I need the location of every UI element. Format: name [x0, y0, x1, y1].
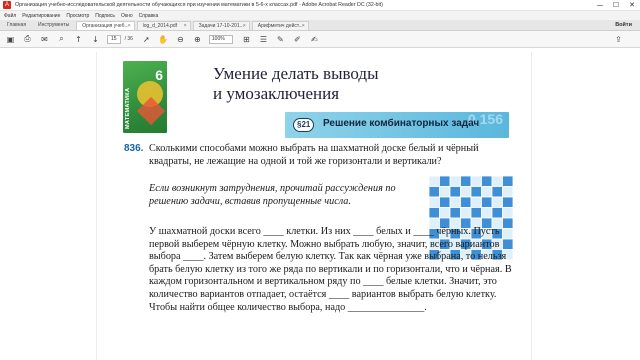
- toolbar-right: ⇪: [613, 34, 630, 45]
- chessboard-cell: [481, 196, 493, 208]
- prev-page-icon[interactable]: ↑: [73, 34, 84, 45]
- chessboard-cell: [449, 196, 461, 208]
- chessboard-cell: [491, 196, 503, 208]
- scroll-mode-icon[interactable]: ☰: [258, 34, 269, 45]
- chessboard-cell: [470, 196, 482, 208]
- menu-help[interactable]: Справка: [139, 13, 159, 19]
- heading-line-2: и умозаключения: [213, 84, 340, 103]
- chessboard-cell: [502, 176, 513, 187]
- menu-view[interactable]: Просмотр: [66, 13, 89, 19]
- book-title: МАТЕМАТИКА: [125, 87, 131, 129]
- tab-label: Арифметич дейст...: [257, 23, 303, 29]
- chessboard-cell: [460, 186, 472, 198]
- problem-number: 836.: [124, 143, 144, 154]
- heading-line-1: Умение делать выводы: [213, 64, 379, 83]
- minimize-button[interactable]: —: [592, 0, 608, 11]
- chessboard-cell: [429, 196, 440, 208]
- chessboard-cell: [439, 196, 451, 208]
- close-tab-icon[interactable]: ×: [302, 22, 305, 31]
- comment-icon[interactable]: ✎: [275, 34, 286, 45]
- toolbar: ▣ ⎙ ✉ ⌕ ↑ ↓ 15 / 36 ➚ ✋ ⊖ ⊕ 100% ⊞ ☰ ✎ ✐…: [0, 31, 640, 48]
- menu-bar: Файл Редактирование Просмотр Подпись Окн…: [0, 11, 640, 20]
- chessboard-cell: [491, 207, 503, 219]
- chessboard-cell: [449, 186, 461, 198]
- hand-tool-icon[interactable]: ✋: [158, 34, 169, 45]
- hint-text: Если возникнут затруднения, прочитай рас…: [149, 183, 396, 207]
- menu-window[interactable]: Окно: [121, 13, 133, 19]
- menu-sign[interactable]: Подпись: [95, 13, 115, 19]
- menu-file[interactable]: Файл: [4, 13, 16, 19]
- section-title: Решение комбинаторных задач: [323, 118, 480, 129]
- document-viewer[interactable]: МАТЕМАТИКА 6 Умение делать выводы и умоз…: [0, 48, 640, 360]
- tab-label: Задачи 17-10-201...: [198, 23, 244, 29]
- tab-label: log_d_2014.pdf: [142, 23, 178, 29]
- chessboard-cell: [460, 196, 472, 208]
- tab-document-4[interactable]: Арифметич дейст... ×: [251, 21, 309, 31]
- pdf-page: МАТЕМАТИКА 6 Умение делать выводы и умоз…: [96, 52, 532, 360]
- tab-document-1[interactable]: Организация учеб... ×: [76, 21, 135, 31]
- tab-label: Организация учеб...: [82, 23, 129, 29]
- zoom-out-icon[interactable]: ⊖: [175, 34, 186, 45]
- sign-icon[interactable]: ✍: [309, 34, 320, 45]
- chessboard-cell: [439, 186, 451, 198]
- tab-home[interactable]: Главная: [2, 21, 31, 30]
- chessboard-cell: [439, 207, 451, 219]
- textbook-cover-image: МАТЕМАТИКА 6: [123, 61, 167, 133]
- close-tab-icon[interactable]: ×: [184, 22, 187, 31]
- maximize-button[interactable]: ☐: [608, 0, 624, 11]
- window-titlebar: A Организация учебно-исследовательской д…: [0, 0, 640, 11]
- chessboard-cell: [491, 186, 503, 198]
- problem-text: Сколькими способами можно выбрать на шах…: [149, 143, 479, 167]
- chessboard-cell: [481, 207, 493, 219]
- chessboard-cell: [460, 207, 472, 219]
- chessboard-cell: [470, 176, 482, 187]
- chessboard-cell: [449, 176, 461, 187]
- search-icon[interactable]: ⌕: [56, 34, 67, 45]
- page-total: / 36: [124, 36, 133, 42]
- chessboard-cell: [481, 186, 493, 198]
- tab-bar: Главная Инструменты Организация учеб... …: [0, 20, 640, 31]
- next-page-icon[interactable]: ↓: [90, 34, 101, 45]
- window-title: Организация учебно-исследовательской дея…: [15, 2, 383, 8]
- chessboard-cell: [502, 207, 513, 219]
- chessboard-cell: [481, 176, 493, 187]
- acrobat-icon: A: [3, 1, 11, 9]
- tab-tools[interactable]: Инструменты: [33, 21, 74, 30]
- close-tab-icon[interactable]: ×: [243, 22, 246, 31]
- zoom-in-icon[interactable]: ⊕: [192, 34, 203, 45]
- signin-button[interactable]: Войти: [615, 22, 632, 28]
- page-number-input[interactable]: 15: [107, 34, 121, 44]
- save-icon[interactable]: ▣: [5, 34, 16, 45]
- chessboard-cell: [502, 186, 513, 198]
- section-number: §21: [293, 118, 315, 132]
- chessboard-cell: [502, 196, 513, 208]
- fit-page-icon[interactable]: ⊞: [241, 34, 252, 45]
- close-tab-icon[interactable]: ×: [128, 22, 131, 31]
- chessboard-cell: [460, 176, 472, 187]
- zoom-level-select[interactable]: 100%: [208, 34, 233, 44]
- book-grade: 6: [155, 67, 163, 83]
- menu-edit[interactable]: Редактирование: [22, 13, 60, 19]
- chessboard-cell: [491, 176, 503, 187]
- highlight-icon[interactable]: ✐: [292, 34, 303, 45]
- tab-document-3[interactable]: Задачи 17-10-201... ×: [192, 21, 250, 31]
- chessboard-cell: [470, 207, 482, 219]
- chessboard-cell: [429, 207, 440, 219]
- tab-document-2[interactable]: log_d_2014.pdf ×: [136, 21, 191, 31]
- chessboard-cell: [470, 186, 482, 198]
- email-icon[interactable]: ✉: [39, 34, 50, 45]
- chessboard-cell: [449, 207, 461, 219]
- print-icon[interactable]: ⎙: [22, 34, 33, 45]
- page-heading: Умение делать выводы и умозаключения: [213, 64, 379, 104]
- section-banner: 0,156 §21 Решение комбинаторных задач: [285, 112, 509, 138]
- solution-text: У шахматной доски всего ____ клетки. Из …: [149, 226, 512, 313]
- chessboard-cell: [429, 176, 440, 187]
- chessboard-cell: [429, 186, 440, 198]
- chessboard-cell: [439, 176, 451, 187]
- close-button[interactable]: ✕: [624, 0, 640, 11]
- share-icon[interactable]: ⇪: [613, 34, 624, 45]
- select-cursor-icon[interactable]: ➚: [141, 34, 152, 45]
- window-controls: — ☐ ✕: [592, 0, 640, 11]
